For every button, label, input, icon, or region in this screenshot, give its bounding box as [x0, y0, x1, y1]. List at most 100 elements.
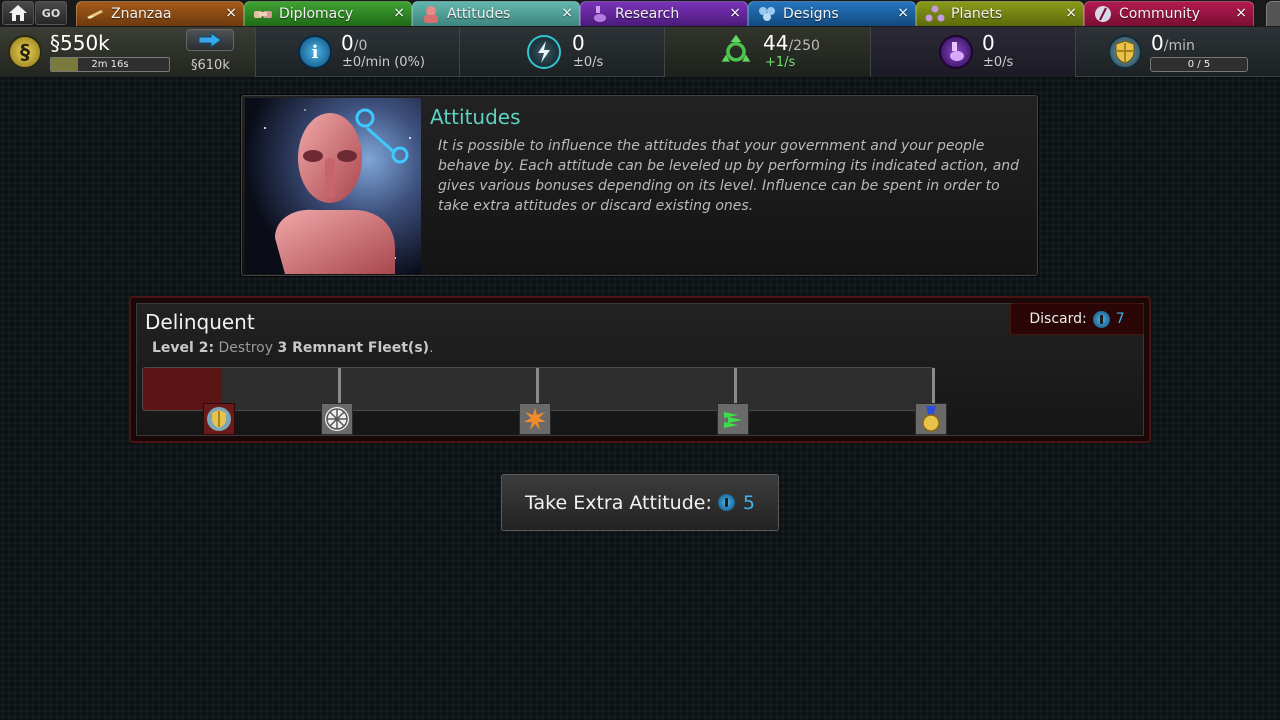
tab-label: Znanzaa [111, 6, 172, 22]
take-extra-label: Take Extra Attitude: [525, 491, 712, 514]
research-resource[interactable]: 0 ±0/s [871, 27, 1076, 77]
tab-planets[interactable]: Planets × [916, 1, 1084, 26]
shield-icon [207, 407, 231, 431]
influence-icon [1092, 310, 1110, 328]
attitudes-info-panel: Attitudes It is possible to influence th… [241, 95, 1038, 276]
fte-value: 0/min [1151, 31, 1195, 55]
research-value: 0 [982, 31, 995, 55]
fte-resource[interactable]: 0/min 0 / 5 [1076, 27, 1280, 77]
go-label: GO [41, 6, 61, 20]
influence-rate: ±0/min (0%) [342, 55, 425, 70]
milestone-divider [734, 368, 737, 408]
planets-icon [925, 5, 945, 22]
info-description: It is possible to influence the attitude… [438, 138, 1020, 214]
milestone-level-3[interactable] [519, 403, 551, 435]
fte-slots: 0 / 5 [1150, 57, 1248, 72]
money-timer-text: 2m 16s [91, 59, 129, 70]
take-extra-attitude-button[interactable]: Take Extra Attitude: 5 [501, 474, 779, 531]
tab-designs[interactable]: Designs × [748, 1, 916, 26]
close-icon[interactable]: × [561, 5, 573, 21]
medal-icon [922, 406, 940, 432]
milestone-level-1[interactable] [203, 403, 235, 435]
close-icon[interactable]: × [897, 5, 909, 21]
defense-resource[interactable]: 44/250 +1/s [665, 27, 871, 77]
info-title: Attitudes [430, 105, 521, 129]
milestone-level-4[interactable] [717, 403, 749, 435]
tab-bar: GO Znanzaa × Diplomacy × Attitudes × Res… [0, 0, 1280, 27]
flask-icon [594, 6, 606, 22]
tab-label: Diplomacy [279, 6, 354, 22]
tab-attitudes[interactable]: Attitudes × [412, 1, 580, 26]
energy-rate: ±0/s [573, 55, 604, 70]
money-timer-bar: 2m 16s [50, 57, 170, 72]
arrow-right-icon [198, 32, 222, 48]
attitude-level-description: Level 2: Destroy 3 Remnant Fleet(s). [152, 340, 434, 356]
action-end: . [429, 340, 434, 356]
action-target: 3 Remnant Fleet(s) [277, 340, 430, 356]
fleet-icon [724, 412, 742, 428]
handshake-icon [254, 11, 272, 18]
alien-portrait [245, 98, 421, 274]
level-label: Level 2: [152, 340, 215, 356]
attitude-card: Delinquent Level 2: Destroy 3 Remnant Fl… [129, 296, 1151, 443]
tab-label: Research [615, 6, 680, 22]
tab-label: Designs [783, 6, 839, 22]
tab-research[interactable]: Research × [580, 1, 748, 26]
close-icon[interactable]: × [393, 5, 405, 21]
transfer-button[interactable] [186, 29, 234, 51]
ship-icon [87, 10, 103, 19]
tab-label: Planets [951, 6, 1003, 22]
energy-value: 0 [572, 31, 585, 55]
research-rate: ±0/s [983, 55, 1014, 70]
defense-icon [719, 33, 753, 67]
milestone-divider [536, 368, 539, 408]
blueprint-icon [759, 7, 775, 21]
energy-icon [527, 35, 561, 69]
tab-community[interactable]: Community × [1084, 1, 1254, 26]
influence-resource[interactable]: i 0/0 ±0/min (0%) [256, 27, 460, 77]
money-income: §610k [191, 58, 230, 73]
tab-label: Attitudes [447, 6, 511, 22]
milestone-divider [932, 368, 935, 408]
discard-cost: 7 [1115, 311, 1125, 327]
close-icon[interactable]: × [1065, 5, 1077, 21]
discard-button[interactable]: Discard: 7 [1010, 303, 1144, 335]
milestone-level-5[interactable] [915, 403, 947, 435]
close-icon[interactable]: × [729, 5, 741, 21]
tab-overflow[interactable] [1266, 1, 1280, 26]
tab-znanzaa[interactable]: Znanzaa × [76, 1, 244, 26]
money-icon: § [8, 35, 42, 69]
defense-value: 44/250 [763, 31, 820, 55]
influence-max: /0 [353, 38, 368, 54]
research-flask-icon [939, 35, 973, 69]
energy-resource[interactable]: 0 ±0/s [460, 27, 665, 77]
home-icon [9, 5, 27, 21]
influence-icon: i [298, 35, 332, 69]
close-icon[interactable]: × [225, 5, 237, 21]
attitude-card-inner: Delinquent Level 2: Destroy 3 Remnant Fl… [136, 303, 1144, 436]
milestone-divider [338, 368, 341, 408]
defense-rate: +1/s [765, 55, 796, 70]
money-resource[interactable]: § §550k 2m 16s §610k [0, 27, 256, 77]
influence-value: 0/0 [341, 31, 368, 55]
shield-icon [1108, 35, 1142, 69]
milestone-level-2[interactable] [321, 403, 353, 435]
go-button[interactable]: GO [35, 1, 67, 25]
defense-max: /250 [788, 38, 820, 54]
attitude-name: Delinquent [145, 310, 255, 334]
action-verb: Destroy [218, 340, 273, 356]
tab-label: Community [1119, 6, 1201, 22]
alien-icon [424, 6, 438, 23]
home-button[interactable] [2, 1, 34, 25]
wheel-icon [325, 407, 349, 431]
influence-icon [717, 494, 735, 511]
close-icon[interactable]: × [1235, 5, 1247, 21]
tab-diplomacy[interactable]: Diplomacy × [244, 1, 412, 26]
take-extra-cost: 5 [742, 491, 755, 514]
explosion-icon [524, 408, 546, 430]
discard-label: Discard: [1029, 311, 1087, 327]
community-icon [1095, 6, 1111, 22]
money-value: §550k [50, 31, 110, 55]
resource-bar: § §550k 2m 16s §610k i 0/0 ±0/min (0%) 0… [0, 27, 1280, 77]
fte-unit: /min [1163, 38, 1195, 54]
